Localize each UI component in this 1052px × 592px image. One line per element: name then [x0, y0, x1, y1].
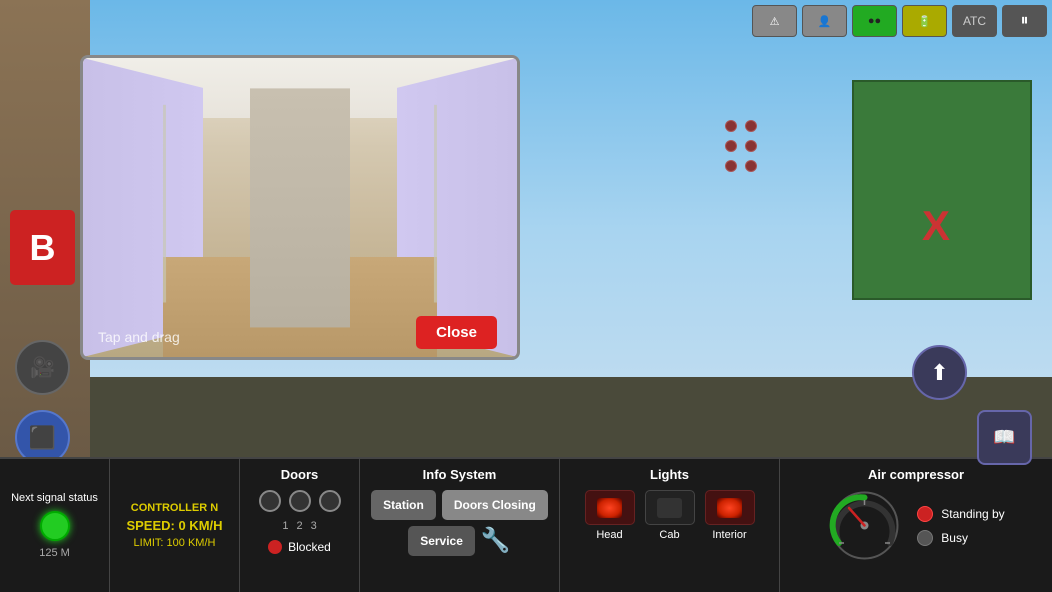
atc-button[interactable]: ATC [952, 5, 997, 37]
signal-status-panel: Next signal status 125 M [0, 459, 110, 592]
pause-button[interactable]: ⏸ [1002, 5, 1047, 37]
compressor-status-indicators: Standing by Busy [917, 506, 1004, 546]
top-hud: ⚠ 👤 ●● 🔋 ATC ⏸ [752, 5, 1047, 37]
pressure-gauge [827, 488, 902, 563]
interior-light-glow [717, 498, 742, 518]
x-mark: X [922, 202, 950, 250]
cab-dot [745, 160, 757, 172]
door-blocked-status: Blocked [268, 540, 331, 554]
cab-light-indicator[interactable] [645, 490, 695, 525]
cab-dot [745, 140, 757, 152]
camera-active-button[interactable]: ●● [852, 5, 897, 37]
limit-display: LIMIT: 100 KM/H [134, 537, 216, 549]
head-light-control: Head [585, 490, 635, 541]
head-light-indicator[interactable] [585, 490, 635, 525]
door-1-indicator [259, 490, 281, 512]
wrench-icon: 🔧 [481, 526, 511, 556]
service-button[interactable]: Service [408, 526, 475, 556]
compressor-panel: Air compressor [780, 459, 1052, 592]
door-num-3: 3 [311, 520, 317, 532]
warning-button[interactable]: ⚠ [752, 5, 797, 37]
close-popup-button[interactable]: Close [416, 316, 497, 349]
doors-title: Doors [281, 467, 319, 482]
door-num-1: 1 [282, 520, 288, 532]
b-indicator: B [10, 210, 75, 285]
signal-status-title: Next signal status [11, 492, 98, 505]
b-label: B [30, 227, 56, 269]
gauge-svg [827, 488, 902, 563]
info-system-panel: Info System Station Doors Closing Servic… [360, 459, 560, 592]
controller-panel: CONTROLLER N SPEED: 0 KM/H LIMIT: 100 KM… [110, 459, 240, 592]
cab-light-display [657, 498, 682, 518]
battery-button[interactable]: 🔋 [902, 5, 947, 37]
head-light-glow [597, 498, 622, 518]
standing-by-label: Standing by [941, 507, 1004, 521]
doors-panel: Doors 1 2 3 Blocked [240, 459, 360, 592]
door-indicators [259, 490, 341, 512]
game-view: X B 🎥 ⬛ ⬆ 📖 [0, 0, 1052, 592]
standing-by-status: Standing by [917, 506, 1004, 522]
cab-light-control: Cab [645, 490, 695, 541]
blocked-indicator [268, 540, 282, 554]
cab-light-label: Cab [659, 529, 679, 541]
dashboard: Next signal status 125 M CONTROLLER N SP… [0, 457, 1052, 592]
left-panel: B 🎥 ⬛ [0, 0, 90, 460]
nav-compass-button[interactable]: ⬆ [912, 345, 967, 400]
standing-by-dot [917, 506, 933, 522]
interior-light-control: Interior [705, 490, 755, 541]
station-button[interactable]: Station [371, 490, 436, 520]
handrail-left [163, 105, 166, 303]
controller-label: CONTROLLER N [131, 502, 218, 514]
handrail-right [434, 105, 437, 303]
cab-dot [745, 120, 757, 132]
signal-distance: 125 M [39, 547, 70, 559]
tap-drag-label: Tap and drag [98, 329, 180, 345]
track-area [90, 377, 1052, 457]
info-system-title: Info System [423, 467, 497, 482]
compass-icon: ⬆ [930, 360, 948, 386]
lights-controls: Head Cab Interior [585, 490, 755, 541]
interior-view[interactable] [83, 58, 517, 357]
gauge-container: Standing by Busy [827, 488, 1004, 563]
lights-title: Lights [650, 467, 689, 482]
doors-closing-button[interactable]: Doors Closing [442, 490, 548, 520]
door-2-indicator [289, 490, 311, 512]
interior-light-indicator[interactable] [705, 490, 755, 525]
door-3-indicator [319, 490, 341, 512]
speed-display: SPEED: 0 KM/H [126, 518, 222, 533]
interior-center-aisle [250, 88, 350, 327]
busy-dot [917, 530, 933, 546]
head-light-label: Head [596, 529, 622, 541]
lights-panel: Lights Head Cab [560, 459, 780, 592]
person-button[interactable]: 👤 [802, 5, 847, 37]
door-numbers: 1 2 3 [282, 520, 316, 532]
door-num-2: 2 [296, 520, 302, 532]
cab-dot [725, 120, 737, 132]
camera-button[interactable]: 🎥 [15, 340, 70, 395]
background-building: X [852, 80, 1032, 300]
blocked-label: Blocked [288, 540, 331, 554]
cab-dot [725, 140, 737, 152]
info-buttons: Station Doors Closing Service 🔧 [365, 490, 554, 556]
map-button[interactable]: 📖 [977, 410, 1032, 465]
busy-label: Busy [941, 531, 968, 545]
signal-light-green [40, 511, 70, 541]
cab-dots [725, 120, 757, 172]
interior-light-label: Interior [712, 529, 746, 541]
interior-popup: Tap and drag Close [80, 55, 520, 360]
busy-status: Busy [917, 530, 1004, 546]
cab-dot [725, 160, 737, 172]
compressor-title: Air compressor [868, 467, 964, 482]
